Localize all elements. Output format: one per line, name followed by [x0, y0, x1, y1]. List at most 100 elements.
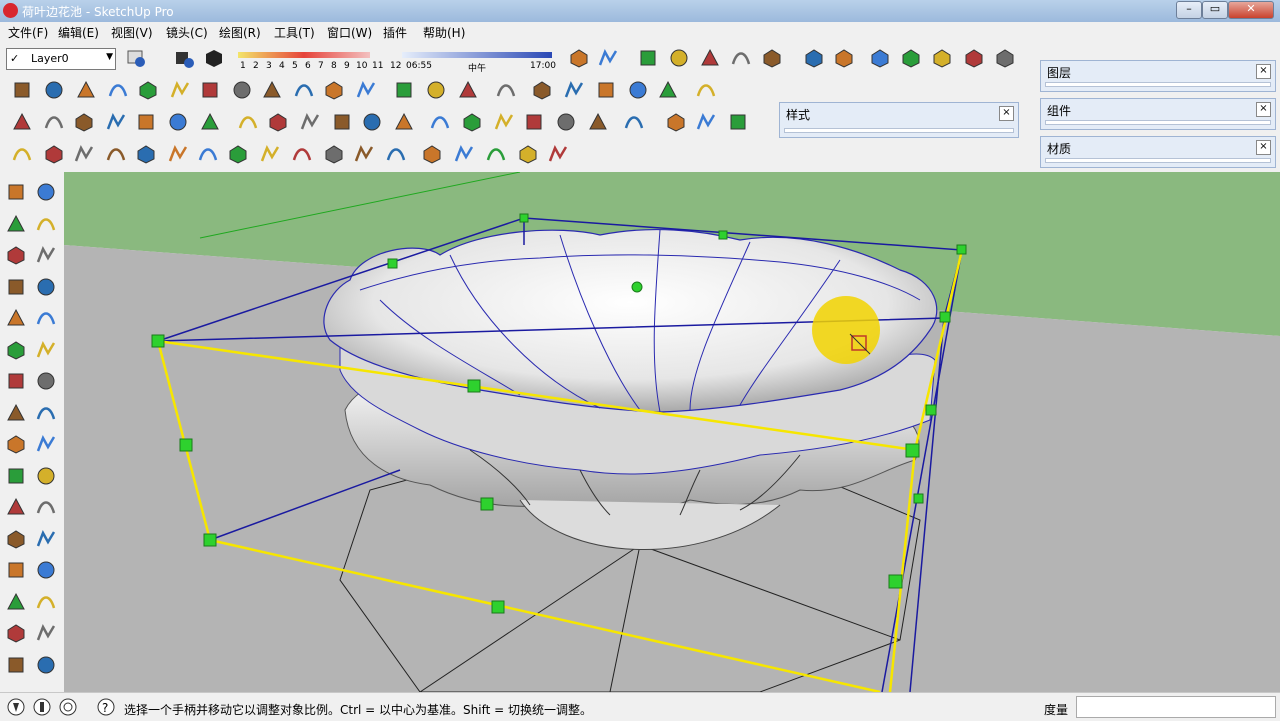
tool-r3-11-button[interactable]	[360, 110, 384, 134]
tool-r3-5-button[interactable]	[166, 110, 190, 134]
draw-r4-6-button[interactable]	[196, 142, 220, 166]
left-position-button[interactable]	[4, 653, 28, 677]
component-button[interactable]	[202, 46, 226, 70]
tool-r2-7-button[interactable]	[230, 78, 254, 102]
tool-r2-21-button[interactable]	[694, 78, 718, 102]
left-rotate-button[interactable]	[4, 369, 28, 393]
grip-handle[interactable]	[491, 600, 505, 614]
left-protractor-button[interactable]	[4, 464, 28, 488]
model-info-button[interactable]	[172, 46, 196, 70]
draw-r4-10-button[interactable]	[322, 142, 346, 166]
left-prev-button[interactable]	[4, 590, 28, 614]
left-axes-button[interactable]	[4, 495, 28, 519]
left-text-button[interactable]	[34, 464, 58, 488]
left-orbit-button[interactable]	[4, 527, 28, 551]
menu-window[interactable]: 窗口(W)	[327, 24, 372, 41]
tool-r2-14-button[interactable]	[456, 78, 480, 102]
left-zoomextents-button[interactable]	[34, 558, 58, 582]
tool-r3-8-button[interactable]	[266, 110, 290, 134]
view-5-button[interactable]	[962, 46, 986, 70]
tool-r1-6-button[interactable]	[760, 46, 784, 70]
tool-r2-18-button[interactable]	[594, 78, 618, 102]
left-rectangle-button[interactable]	[4, 243, 28, 267]
grip-handle[interactable]	[519, 213, 529, 223]
tool-r2-20-button[interactable]	[656, 78, 680, 102]
month-slider[interactable]	[232, 48, 558, 62]
draw-r4-13-button[interactable]	[420, 142, 444, 166]
draw-r4-14-button[interactable]	[452, 142, 476, 166]
tool-r3-14-button[interactable]	[460, 110, 484, 134]
left-scale-button[interactable]	[4, 401, 28, 425]
left-lookaround-button[interactable]	[34, 621, 58, 645]
left-select-button[interactable]	[4, 180, 28, 204]
minimize-button[interactable]: –	[1176, 1, 1202, 19]
tool-r3-6-button[interactable]	[198, 110, 222, 134]
tool-r3-21-button[interactable]	[694, 110, 718, 134]
grip-handle[interactable]	[956, 244, 967, 255]
credits-icon[interactable]	[32, 697, 52, 720]
draw-r4-16-button[interactable]	[516, 142, 540, 166]
tool-r3-22-button[interactable]	[726, 110, 750, 134]
tool-r1-1-button[interactable]	[596, 46, 620, 70]
menu-plugins[interactable]: 插件	[383, 24, 407, 41]
tool-r3-9-button[interactable]	[298, 110, 322, 134]
menu-file[interactable]: 文件(F)	[8, 24, 48, 41]
menu-camera[interactable]: 镜头(C)	[166, 24, 208, 41]
left-next-button[interactable]	[34, 590, 58, 614]
left-offset-button[interactable]	[34, 401, 58, 425]
left-3dtext-button[interactable]	[34, 495, 58, 519]
left-followme-button[interactable]	[34, 369, 58, 393]
tool-r3-16-button[interactable]	[522, 110, 546, 134]
close-icon[interactable]: ×	[1256, 102, 1271, 117]
view-6-button[interactable]	[993, 46, 1017, 70]
sign-in-icon[interactable]	[58, 697, 78, 720]
tool-r3-17-button[interactable]	[554, 110, 578, 134]
left-move-button[interactable]	[4, 338, 28, 362]
tool-r3-0-button[interactable]	[10, 110, 34, 134]
left-freehand-button[interactable]	[34, 306, 58, 330]
tool-r3-2-button[interactable]	[72, 110, 96, 134]
view-3-button[interactable]	[899, 46, 923, 70]
tool-r3-10-button[interactable]	[330, 110, 354, 134]
help-icon[interactable]: ?	[96, 697, 116, 720]
tool-r3-3-button[interactable]	[104, 110, 128, 134]
model-viewport[interactable]	[64, 172, 1280, 692]
measurements-input[interactable]	[1076, 696, 1276, 718]
tool-r1-5-button[interactable]	[729, 46, 753, 70]
left-eraser-button[interactable]	[34, 180, 58, 204]
menu-tools[interactable]: 工具(T)	[274, 24, 315, 41]
tool-r2-4-button[interactable]	[136, 78, 160, 102]
grip-handle[interactable]	[939, 311, 951, 323]
grip-handle[interactable]	[925, 404, 937, 416]
left-section-button[interactable]	[34, 653, 58, 677]
grip-handle[interactable]	[467, 379, 481, 393]
view-4-button[interactable]	[930, 46, 954, 70]
left-pushpull-button[interactable]	[34, 338, 58, 362]
tool-r2-15-button[interactable]	[494, 78, 518, 102]
grip-handle[interactable]	[905, 443, 920, 458]
left-walk-button[interactable]	[4, 621, 28, 645]
tool-r1-2-button[interactable]	[636, 46, 660, 70]
close-icon[interactable]: ×	[1256, 140, 1271, 155]
grip-handle[interactable]	[203, 533, 217, 547]
draw-r4-4-button[interactable]	[134, 142, 158, 166]
draw-r4-9-button[interactable]	[290, 142, 314, 166]
tool-r3-12-button[interactable]	[392, 110, 416, 134]
view-2-button[interactable]	[868, 46, 892, 70]
menu-help[interactable]: 帮助(H)	[423, 24, 465, 41]
grip-handle[interactable]	[480, 497, 494, 511]
tool-r2-10-button[interactable]	[322, 78, 346, 102]
tool-r2-12-button[interactable]	[392, 78, 416, 102]
grip-handle[interactable]	[913, 493, 924, 504]
tool-r1-3-button[interactable]	[667, 46, 691, 70]
left-polygon-button[interactable]	[4, 306, 28, 330]
view-0-button[interactable]	[802, 46, 826, 70]
tool-r2-3-button[interactable]	[106, 78, 130, 102]
menu-edit[interactable]: 编辑(E)	[58, 24, 99, 41]
left-tape-button[interactable]	[4, 432, 28, 456]
menu-view[interactable]: 视图(V)	[111, 24, 153, 41]
left-erase-button[interactable]	[34, 212, 58, 236]
grip-handle[interactable]	[718, 230, 728, 240]
left-circle-button[interactable]	[4, 275, 28, 299]
tool-r2-6-button[interactable]	[198, 78, 222, 102]
